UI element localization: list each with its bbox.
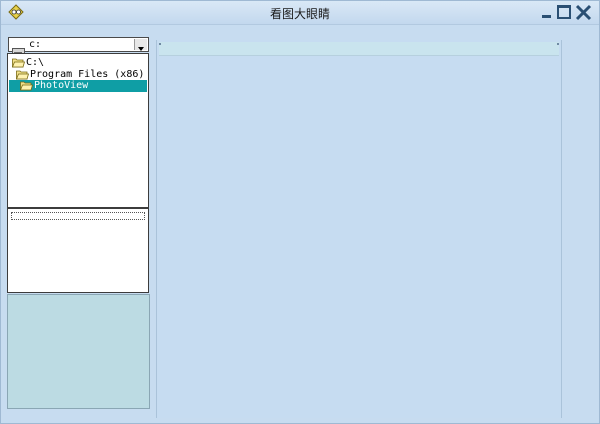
thumbnail-preview-panel bbox=[7, 294, 150, 409]
close-icon bbox=[575, 4, 592, 21]
title-bar[interactable]: 看图大眼睛 bbox=[1, 1, 599, 25]
list-focus-rectangle bbox=[11, 212, 145, 220]
dropdown-arrow-button[interactable] bbox=[134, 39, 147, 51]
drive-icon bbox=[12, 41, 25, 56]
close-button[interactable] bbox=[575, 4, 592, 21]
drive-select-value: c: bbox=[29, 39, 42, 50]
minimize-icon bbox=[542, 15, 551, 18]
open-folder-icon bbox=[19, 80, 34, 91]
viewer-header-strip bbox=[159, 42, 559, 56]
tree-item-drive-c[interactable]: C:\ bbox=[11, 57, 45, 69]
open-folder-icon bbox=[15, 69, 30, 80]
maximize-icon bbox=[557, 5, 571, 19]
app-window: 看图大眼睛 c: C:\ Program Files (x86) PhotoVi… bbox=[0, 0, 600, 424]
open-folder-icon bbox=[11, 57, 26, 68]
minimize-button[interactable] bbox=[539, 4, 556, 21]
corner-marker bbox=[159, 43, 161, 45]
tree-item-label: C:\ bbox=[26, 57, 45, 68]
maximize-button[interactable] bbox=[556, 4, 573, 21]
tree-item-label: PhotoView bbox=[34, 80, 89, 91]
drive-select[interactable]: c: bbox=[8, 37, 149, 56]
window-title: 看图大眼睛 bbox=[269, 7, 330, 21]
folder-tree[interactable]: C:\ Program Files (x86) PhotoView bbox=[7, 53, 149, 208]
image-viewer-area[interactable] bbox=[156, 40, 562, 418]
corner-marker bbox=[557, 43, 559, 45]
tree-item-label: Program Files (x86) bbox=[30, 69, 145, 80]
file-list[interactable] bbox=[7, 208, 149, 293]
tree-item-photoview[interactable]: PhotoView bbox=[9, 80, 147, 92]
